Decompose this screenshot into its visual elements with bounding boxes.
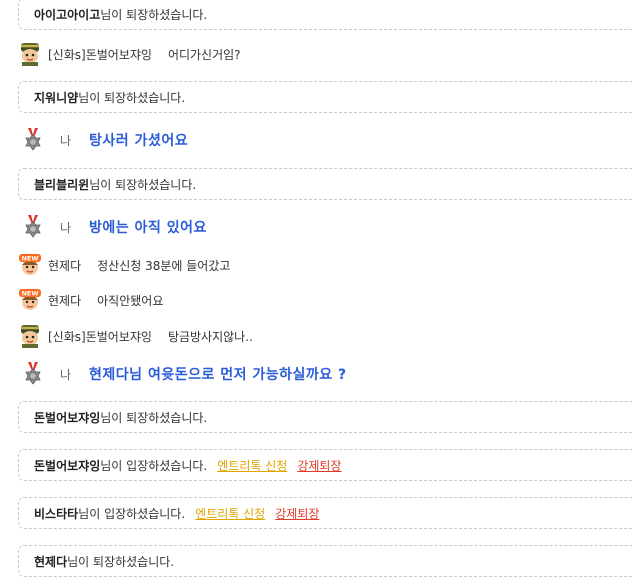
force-kick-link[interactable]: 강제퇴장 bbox=[275, 505, 319, 522]
message-text: 현제다님 여윳돈으로 먼저 가능하실까요 ? bbox=[89, 367, 347, 383]
entry-talk-request-link[interactable]: 엔트리톡 신청 bbox=[195, 505, 265, 522]
me-label: 나 bbox=[60, 220, 72, 235]
user-name[interactable]: 지워니얌 bbox=[34, 89, 78, 106]
force-kick-link[interactable]: 강제퇴장 bbox=[297, 457, 341, 474]
new-badge-avatar-icon[interactable] bbox=[18, 288, 42, 312]
user-nickname[interactable]: [신화s]돈벌어보쟈잉 bbox=[48, 46, 152, 63]
new-badge-avatar-icon[interactable] bbox=[18, 253, 42, 277]
chat-message: [신화s]돈벌어보쟈잉 탕금방사지않나.. bbox=[18, 323, 253, 349]
user-name[interactable]: 돈벌어보쟈잉 bbox=[34, 457, 100, 474]
system-message: 비스타타 님이 입장하셨습니다. 엔트리톡 신청 강제퇴장 bbox=[18, 497, 632, 529]
system-message: 돈벌어보쟈잉 님이 입장하셨습니다. 엔트리톡 신청 강제퇴장 bbox=[18, 449, 632, 481]
message-text: 방에는 아직 있어요 bbox=[89, 220, 207, 236]
user-name[interactable]: 블리블리윈 bbox=[34, 176, 89, 193]
system-text: 님이 퇴장하셨습니다. bbox=[100, 410, 208, 425]
system-message: 아이고아이고 님이 퇴장하셨습니다. bbox=[18, 0, 632, 30]
chat-message: [신화s]돈벌어보쟈잉 어디가신거임? bbox=[18, 41, 241, 67]
soldier-avatar-icon[interactable] bbox=[18, 324, 42, 348]
my-message: 나 방에는 아직 있어요 bbox=[18, 214, 207, 240]
system-message: 지워니얌 님이 퇴장하셨습니다. bbox=[18, 81, 632, 113]
my-message: 나 현제다님 여윳돈으로 먼저 가능하실까요 ? bbox=[18, 361, 347, 387]
me-label: 나 bbox=[60, 367, 72, 382]
user-nickname[interactable]: 현제다 bbox=[48, 257, 81, 274]
user-name[interactable]: 현제다 bbox=[34, 553, 67, 570]
user-nickname[interactable]: 현제다 bbox=[48, 292, 81, 309]
entry-talk-request-link[interactable]: 엔트리톡 신청 bbox=[217, 457, 287, 474]
my-message: 나 탕사러 가셨어요 bbox=[18, 127, 188, 153]
chat-message: 현제다 정산신청 38분에 들어갔고 bbox=[18, 252, 230, 278]
soldier-avatar-icon[interactable] bbox=[18, 42, 42, 66]
message-text: 정산신청 38분에 들어갔고 bbox=[97, 258, 231, 273]
me-label: 나 bbox=[60, 133, 72, 148]
system-text: 님이 퇴장하셨습니다. bbox=[67, 554, 175, 569]
message-text: 탕금방사지않나.. bbox=[167, 329, 253, 344]
medal-icon bbox=[20, 361, 46, 387]
user-nickname[interactable]: [신화s]돈벌어보쟈잉 bbox=[48, 328, 152, 345]
system-text: 님이 입장하셨습니다. bbox=[78, 506, 186, 521]
system-text: 님이 퇴장하셨습니다. bbox=[89, 177, 197, 192]
system-text: 님이 퇴장하셨습니다. bbox=[78, 90, 186, 105]
chat-message: 현제다 아직안됐어요 bbox=[18, 287, 163, 313]
message-text: 탕사러 가셨어요 bbox=[89, 133, 189, 149]
user-name[interactable]: 비스타타 bbox=[34, 505, 78, 522]
message-text: 아직안됐어요 bbox=[97, 293, 164, 308]
system-text: 님이 입장하셨습니다. bbox=[100, 458, 208, 473]
system-message: 현제다 님이 퇴장하셨습니다. bbox=[18, 545, 632, 577]
system-message: 블리블리윈 님이 퇴장하셨습니다. bbox=[18, 168, 632, 200]
user-name[interactable]: 돈벌어보쟈잉 bbox=[34, 409, 100, 426]
medal-icon bbox=[20, 127, 46, 153]
message-text: 어디가신거임? bbox=[167, 47, 241, 62]
user-name[interactable]: 아이고아이고 bbox=[34, 6, 100, 23]
system-text: 님이 퇴장하셨습니다. bbox=[100, 7, 208, 22]
system-message: 돈벌어보쟈잉 님이 퇴장하셨습니다. bbox=[18, 401, 632, 433]
medal-icon bbox=[20, 214, 46, 240]
